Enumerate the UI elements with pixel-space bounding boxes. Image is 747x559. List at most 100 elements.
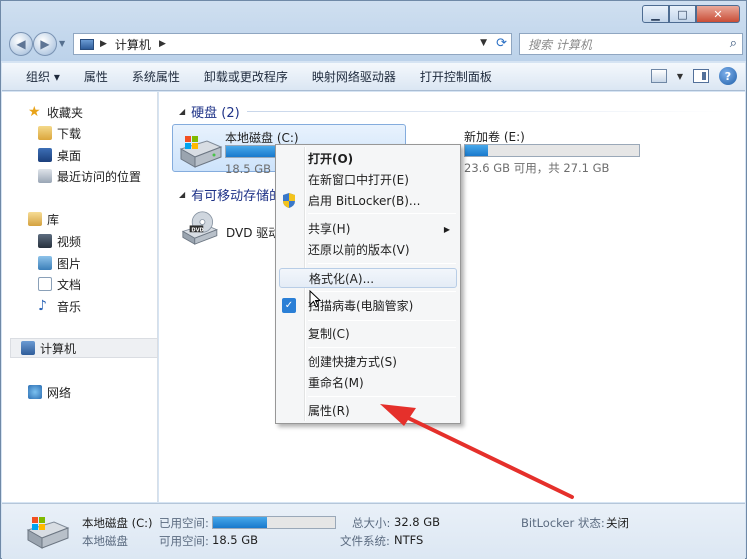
network-icon	[28, 385, 42, 399]
navigation-pane: ★ 收藏夹 下载 桌面 最近访问的位置 库 视频 图片 文档 ♪ 音乐 计算机 …	[2, 92, 158, 502]
breadcrumb-chevron-icon[interactable]: ▶	[100, 39, 107, 49]
view-options-icon[interactable]	[650, 69, 667, 83]
nav-computer[interactable]: 计算机	[10, 338, 158, 358]
view-dropdown-icon[interactable]: ▼	[677, 72, 683, 81]
menu-restore[interactable]: 还原以前的版本(V)	[308, 240, 410, 260]
nav-favorites-label: 收藏夹	[47, 105, 84, 120]
maximize-button[interactable]: □	[669, 5, 696, 23]
nav-favorites[interactable]: ★ 收藏夹	[28, 102, 83, 122]
videos-icon	[38, 234, 52, 248]
menu-separator	[308, 396, 456, 397]
drive-e-name: 新加卷 (E:)	[464, 130, 525, 144]
navigation-bar: ◀ ▶ ▼ ▶ 计算机 ▶ ▼ ⟳ 搜索 计算机 ⌕	[7, 29, 743, 59]
address-bar[interactable]: ▶ 计算机 ▶ ▼ ⟳	[73, 33, 512, 55]
maximize-icon: □	[677, 7, 688, 21]
forward-arrow-icon: ▶	[40, 37, 50, 51]
nav-libraries-label: 库	[47, 212, 60, 227]
nav-libraries[interactable]: 库	[28, 209, 59, 229]
removable-group-header[interactable]: ◢ 有可移动存储的	[179, 185, 282, 204]
details-free-value: 18.5 GB	[212, 533, 259, 547]
computer-icon	[80, 38, 94, 50]
breadcrumb-chevron-icon[interactable]: ▶	[159, 39, 166, 49]
close-button[interactable]: ✕	[696, 5, 740, 23]
search-icon[interactable]: ⌕	[730, 36, 737, 51]
hard-drive-icon	[26, 517, 70, 549]
preview-pane-icon[interactable]	[693, 69, 709, 83]
svg-text:DVD: DVD	[191, 227, 203, 233]
system-properties-button[interactable]: 系统属性	[132, 68, 180, 85]
nav-recent[interactable]: 最近访问的位置	[38, 166, 141, 186]
menu-format[interactable]: 格式化(A)...	[279, 268, 457, 288]
menu-copy[interactable]: 复制(C)	[308, 324, 350, 344]
details-usage-fill	[213, 517, 267, 528]
help-icon[interactable]: ?	[719, 67, 737, 85]
address-dropdown-icon[interactable]: ▼	[480, 38, 487, 48]
map-drive-button[interactable]: 映射网络驱动器	[312, 68, 396, 85]
menu-separator	[308, 213, 456, 214]
details-bitlocker-value: 关闭	[606, 516, 629, 530]
menu-open-new-window[interactable]: 在新窗口中打开(E)	[308, 170, 409, 190]
details-total-label: 总大小:	[352, 516, 391, 530]
menu-create-shortcut[interactable]: 创建快捷方式(S)	[308, 352, 397, 372]
nav-network[interactable]: 网络	[28, 382, 71, 402]
menu-separator	[308, 263, 456, 264]
uninstall-button[interactable]: 卸载或更改程序	[204, 68, 288, 85]
nav-documents[interactable]: 文档	[38, 274, 81, 294]
properties-button[interactable]: 属性	[84, 68, 108, 85]
menu-scan-virus[interactable]: 扫描病毒(电脑管家)	[308, 296, 413, 316]
nav-music[interactable]: ♪ 音乐	[38, 296, 81, 316]
drive-e-usage-bar	[464, 144, 640, 157]
nav-videos-label: 视频	[57, 234, 82, 249]
pictures-icon	[38, 256, 52, 270]
dvd-drive-tile[interactable]: DVD DVD 驱动	[172, 208, 282, 256]
hard-disks-group-header[interactable]: ◢ 硬盘 (2)	[179, 102, 240, 121]
close-icon: ✕	[713, 7, 723, 21]
nav-pictures-label: 图片	[57, 256, 82, 271]
details-bitlocker-label: BitLocker 状态:	[521, 516, 605, 530]
details-drive-name: 本地磁盘 (C:)	[82, 516, 153, 530]
explorer-window: ▁ □ ✕ ◀ ▶ ▼ ▶ 计算机 ▶ ▼ ⟳ 搜索 计算机 ⌕ 组织 ▾ 属性…	[0, 0, 747, 559]
caption-buttons: ▁ □ ✕	[642, 5, 740, 23]
collapse-arrow-icon: ◢	[179, 190, 186, 199]
control-panel-button[interactable]: 打开控制面板	[420, 68, 492, 85]
nav-desktop[interactable]: 桌面	[38, 145, 81, 165]
recent-places-icon	[38, 169, 52, 183]
context-menu: 打开(O) 在新窗口中打开(E) 启用 BitLocker(B)... 共享(H…	[275, 144, 461, 424]
details-pane: 本地磁盘 (C:) 本地磁盘 已用空间: 可用空间: 18.5 GB 总大小: …	[2, 503, 745, 559]
nav-music-label: 音乐	[57, 299, 82, 314]
back-button[interactable]: ◀	[9, 32, 33, 56]
menu-open[interactable]: 打开(O)	[308, 149, 353, 169]
minimize-button[interactable]: ▁	[642, 5, 669, 23]
drive-e-info: 23.6 GB 可用，共 27.1 GB	[464, 161, 610, 175]
menu-separator	[308, 291, 456, 292]
menu-share[interactable]: 共享(H)	[308, 219, 458, 239]
back-arrow-icon: ◀	[16, 37, 26, 51]
drive-e-usage-fill	[465, 145, 488, 156]
menu-separator	[308, 347, 456, 348]
menu-properties[interactable]: 属性(R)	[308, 401, 350, 421]
details-fs-label: 文件系统:	[340, 534, 390, 548]
dvd-drive-icon: DVD	[181, 211, 218, 245]
breadcrumb-computer[interactable]: 计算机	[115, 36, 151, 53]
menu-share-label: 共享(H)	[308, 222, 351, 236]
nav-pictures[interactable]: 图片	[38, 253, 81, 273]
uac-shield-icon	[282, 193, 296, 208]
menu-separator	[308, 320, 456, 321]
refresh-icon[interactable]: ⟳	[496, 36, 507, 51]
nav-network-label: 网络	[47, 385, 72, 400]
organize-button[interactable]: 组织 ▾	[26, 68, 60, 85]
menu-rename[interactable]: 重命名(M)	[308, 373, 364, 393]
documents-icon	[38, 277, 52, 291]
details-used-label: 已用空间:	[159, 516, 209, 530]
computer-icon	[21, 341, 35, 355]
dvd-drive-name: DVD 驱动	[226, 226, 281, 240]
nav-videos[interactable]: 视频	[38, 231, 81, 251]
menu-bitlocker[interactable]: 启用 BitLocker(B)...	[308, 191, 420, 211]
nav-downloads[interactable]: 下载	[38, 123, 81, 143]
hard-drive-icon	[179, 136, 223, 168]
group-divider	[247, 111, 727, 112]
music-note-icon: ♪	[38, 298, 47, 314]
recent-pages-dropdown[interactable]: ▼	[59, 39, 65, 48]
forward-button[interactable]: ▶	[33, 32, 57, 56]
search-input[interactable]: 搜索 计算机 ⌕	[519, 33, 743, 55]
